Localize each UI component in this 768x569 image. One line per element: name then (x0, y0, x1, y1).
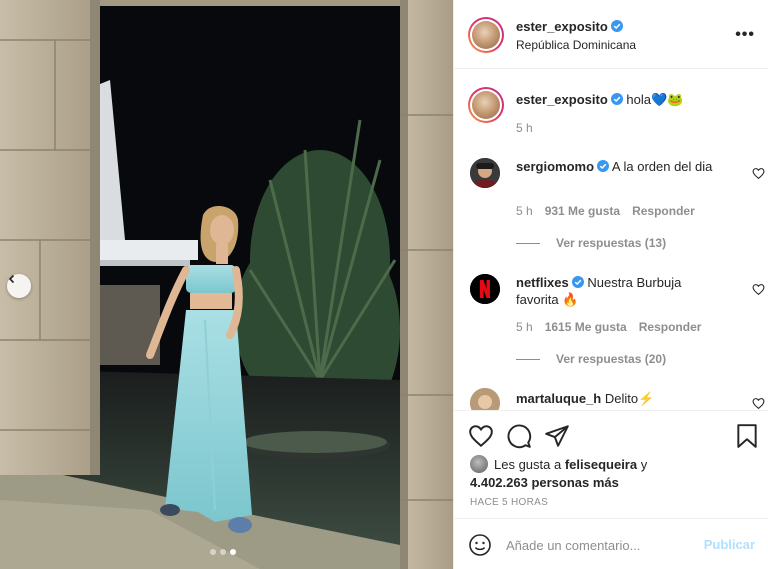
reply-button[interactable]: Responder (639, 320, 702, 334)
post-actions: Les gusta a felisequeira y 4.402.263 per… (454, 410, 768, 518)
comment-text: Delito⚡ (604, 391, 655, 406)
comment-time[interactable]: 5 h (516, 320, 533, 334)
commenter-avatar[interactable] (470, 274, 500, 304)
post-timestamp[interactable]: HACE 5 HORAS (470, 497, 548, 508)
view-replies-button[interactable]: Ver respuestas (20) (516, 352, 666, 366)
share-icon[interactable] (544, 423, 570, 449)
carousel-dot (210, 549, 216, 555)
author-avatar[interactable] (468, 17, 504, 53)
like-comment-heart-icon[interactable] (752, 167, 765, 180)
carousel-dot-active (230, 549, 236, 555)
post-side-panel: ester_exposito República Dominicana ••• … (453, 0, 768, 569)
post-header: ester_exposito República Dominicana ••• (454, 0, 768, 69)
avatar-image (470, 388, 500, 410)
verified-badge-icon (610, 20, 623, 32)
more-dots-icon[interactable]: ••• (735, 26, 755, 44)
view-replies-button[interactable]: Ver respuestas (13) (516, 236, 666, 250)
photo-scene (0, 0, 453, 569)
liker-avatar[interactable] (470, 455, 488, 473)
netflix-logo-icon (470, 274, 500, 304)
caption-username[interactable]: ester_exposito (516, 92, 608, 107)
comment-text: A la orden del dia (611, 159, 713, 174)
author-username[interactable]: ester_exposito (516, 19, 608, 34)
carousel-dots (210, 549, 236, 555)
comment-input[interactable] (506, 535, 696, 555)
comment-time[interactable]: 5 h (516, 204, 533, 218)
caption-avatar[interactable] (468, 87, 504, 123)
heart-icon[interactable] (468, 423, 494, 449)
likes-prefix: Les gusta a (494, 457, 562, 472)
likes-conjunction: y (640, 457, 648, 472)
view-replies-label: Ver respuestas (20) (556, 352, 667, 366)
caption-time[interactable]: 5 h (516, 121, 533, 135)
avatar-image (470, 158, 500, 188)
comment: netflixes Nuestra Burbuja favorita 🔥 (516, 274, 716, 308)
like-comment-heart-icon[interactable] (752, 283, 765, 296)
post-location[interactable]: República Dominicana (516, 38, 636, 52)
comment-icon[interactable] (506, 423, 532, 449)
likes-summary: Les gusta a felisequeira y 4.402.263 per… (470, 455, 760, 492)
comment-likes[interactable]: 1615 Me gusta (545, 320, 627, 334)
chevron-left-icon (8, 274, 15, 284)
carousel-dot (220, 549, 226, 555)
carousel-prev-button[interactable] (7, 274, 31, 298)
view-replies-label: Ver respuestas (13) (556, 236, 667, 250)
bookmark-icon[interactable] (734, 423, 760, 449)
verified-badge-icon (597, 160, 610, 172)
publish-button[interactable]: Publicar (704, 537, 755, 552)
verified-badge-icon (571, 276, 584, 288)
likes-count[interactable]: 4.402.263 personas más (470, 475, 619, 490)
post-photo[interactable] (0, 0, 453, 569)
commenter-avatar[interactable] (470, 388, 500, 410)
liker-username[interactable]: felisequeira (565, 457, 637, 472)
comment: sergiomomo A la orden del dia (516, 158, 716, 175)
comments-list[interactable]: ester_exposito hola💙🐸 5 h sergiomomo A l… (454, 70, 768, 410)
caption: ester_exposito hola💙🐸 (516, 92, 683, 108)
reply-button[interactable]: Responder (632, 204, 695, 218)
add-comment-bar: Publicar (454, 518, 768, 569)
comment-username[interactable]: sergiomomo (516, 159, 594, 174)
commenter-avatar[interactable] (470, 158, 500, 188)
comment: martaluque_h Delito⚡ (516, 390, 716, 407)
caption-text: hola💙🐸 (626, 92, 684, 107)
emoji-smile-icon[interactable] (468, 533, 492, 557)
comment-likes[interactable]: 931 Me gusta (545, 204, 620, 218)
comment-meta: 5 h 931 Me gusta Responder (516, 204, 695, 218)
comment-username[interactable]: martaluque_h (516, 391, 601, 406)
like-comment-heart-icon[interactable] (752, 397, 765, 410)
verified-badge-icon (610, 93, 623, 105)
comment-username[interactable]: netflixes (516, 275, 569, 290)
comment-meta: 5 h 1615 Me gusta Responder (516, 320, 701, 334)
